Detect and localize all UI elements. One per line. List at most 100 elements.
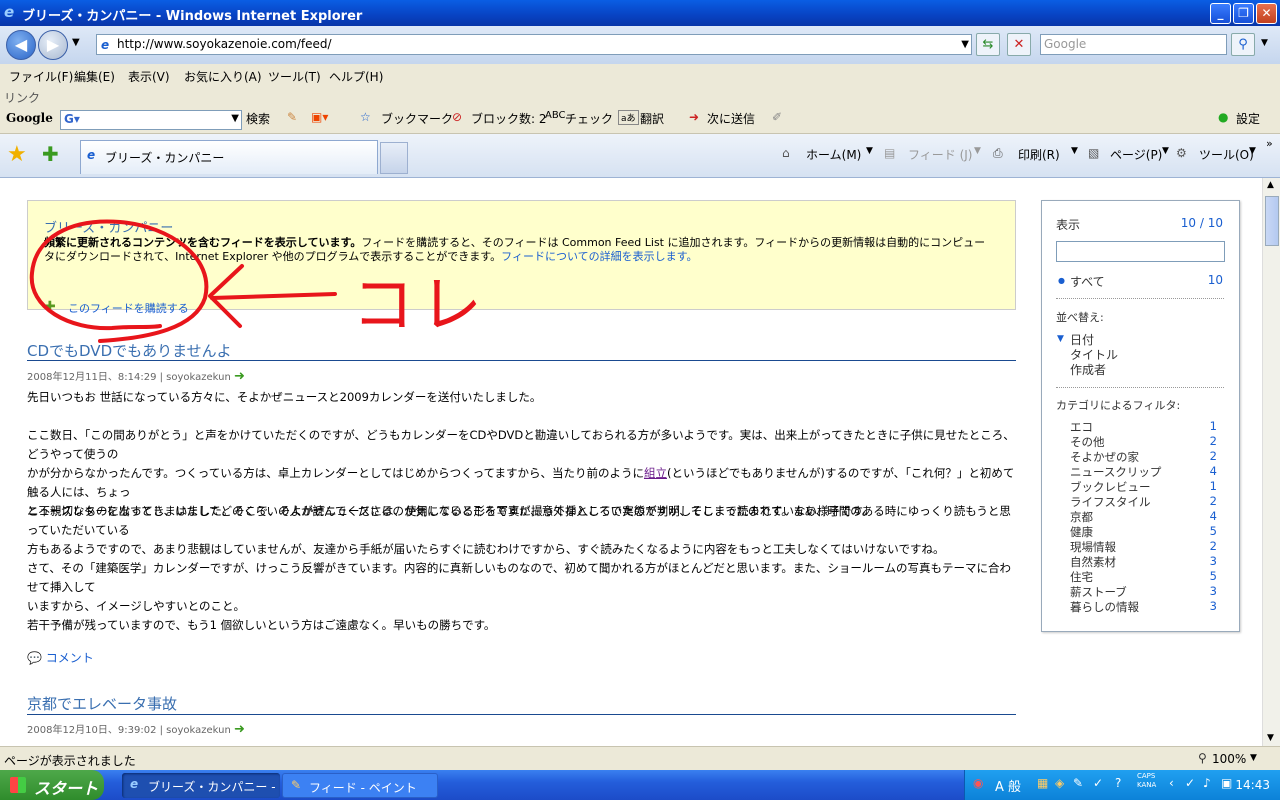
google-search-button[interactable]: 検索 bbox=[246, 110, 270, 127]
vertical-scrollbar[interactable]: ▲ ▼ bbox=[1262, 178, 1280, 746]
taskbar: スタート e ブリーズ・カンパニー - ... ✎ フィード - ペイント ◉ … bbox=[0, 770, 1280, 809]
entry-paragraph: ニュースレターを出すとき、はたしてどのくらいの人が読んでくださるのか気になるとこ… bbox=[27, 504, 1011, 556]
scroll-thumb[interactable] bbox=[1265, 196, 1279, 246]
ime-settings-icon[interactable]: ✓ bbox=[1093, 776, 1103, 790]
category-item[interactable]: ニュースクリップ bbox=[1070, 464, 1161, 480]
entry-divider bbox=[27, 714, 1016, 715]
go-arrow-icon[interactable]: ➜ bbox=[234, 369, 245, 384]
url-input[interactable]: e http://www.soyokazenoie.com/feed/ ▼ bbox=[96, 34, 972, 55]
filter-search-input[interactable] bbox=[1056, 241, 1225, 262]
task-ie[interactable]: e ブリーズ・カンパニー - ... bbox=[122, 773, 280, 809]
menu-edit[interactable]: 編集(E) bbox=[74, 68, 115, 85]
check-button[interactable]: チェック bbox=[565, 110, 613, 127]
entry-meta: 2008年12月10日、9:39:02 | soyokazekun ➜ bbox=[27, 722, 245, 737]
filter-all[interactable]: すべて bbox=[1070, 273, 1105, 290]
go-arrow-icon[interactable]: ➜ bbox=[234, 722, 245, 737]
highlight-icon[interactable]: ✎ bbox=[287, 110, 297, 124]
settings-button[interactable]: 設定 bbox=[1236, 110, 1260, 127]
feed-button[interactable]: フィード (J) bbox=[908, 146, 972, 163]
category-item[interactable]: 健康 bbox=[1070, 524, 1093, 540]
tray-app-icon[interactable]: ◉ bbox=[973, 776, 983, 790]
system-tray: ◉ A 般 ▦ ◈ ✎ ✓ ? CAPS KANA ‹ ✓ ♪ ▣ 14:43 bbox=[964, 770, 1280, 800]
page-tab-icon: e bbox=[87, 148, 96, 162]
more-commands-icon[interactable]: » bbox=[1266, 137, 1273, 150]
category-item[interactable]: そよかぜの家 bbox=[1070, 449, 1139, 465]
scroll-down-icon[interactable]: ▼ bbox=[1267, 733, 1274, 743]
category-item[interactable]: 薪ストーブ bbox=[1070, 584, 1127, 600]
comment-link[interactable]: 💬 コメント bbox=[27, 649, 94, 666]
assembly-link[interactable]: 組立 bbox=[644, 466, 667, 480]
category-item[interactable]: エコ bbox=[1070, 419, 1093, 435]
translate-button[interactable]: 翻訳 bbox=[640, 110, 664, 127]
bookmark-star-icon[interactable]: ☆ bbox=[360, 110, 371, 124]
menu-view[interactable]: 表示(V) bbox=[128, 68, 170, 85]
menu-favorites[interactable]: お気に入り(A) bbox=[184, 68, 262, 85]
pen-icon[interactable]: ✐ bbox=[772, 110, 782, 124]
home-button[interactable]: ホーム(M) bbox=[806, 146, 861, 163]
category-item[interactable]: ライフスタイル bbox=[1070, 494, 1151, 510]
ime-dictionary-icon[interactable]: ▦ bbox=[1037, 776, 1048, 790]
search-input[interactable]: Google bbox=[1040, 34, 1227, 55]
zoom-level[interactable]: 100% bbox=[1212, 752, 1246, 766]
category-item[interactable]: 自然素材 bbox=[1070, 554, 1116, 570]
sort-desc-icon: ▼ bbox=[1057, 334, 1064, 344]
bookmark-button[interactable]: ブックマーク bbox=[381, 110, 453, 127]
tools-button[interactable]: ツール(O) bbox=[1199, 146, 1254, 163]
start-button[interactable]: スタート bbox=[0, 770, 104, 800]
popup-icon[interactable]: ▣▾ bbox=[311, 110, 328, 124]
task-paint[interactable]: ✎ フィード - ペイント bbox=[282, 773, 438, 798]
menu-file[interactable]: ファイル(F) bbox=[9, 68, 73, 85]
ime-help-icon[interactable]: ? bbox=[1115, 776, 1121, 790]
category-filter-label: カテゴリによるフィルタ: bbox=[1056, 399, 1181, 412]
send-icon: ➜ bbox=[689, 110, 700, 124]
category-count: 1 bbox=[1209, 419, 1217, 433]
volume-icon[interactable]: ♪ bbox=[1203, 776, 1211, 790]
stop-button[interactable]: ✕ bbox=[1007, 33, 1031, 56]
feed-info-link[interactable]: フィードについての詳細を表示します。 bbox=[501, 250, 697, 263]
scroll-up-icon[interactable]: ▲ bbox=[1267, 180, 1274, 190]
back-button[interactable]: ◀ bbox=[6, 30, 36, 60]
add-favorite-icon[interactable]: ✚ bbox=[42, 142, 59, 166]
block-count[interactable]: ブロック数: 2 bbox=[471, 110, 547, 127]
entry-title[interactable]: CDでもDVDでもありませんよ bbox=[27, 340, 232, 361]
annotation-circle bbox=[29, 219, 209, 343]
entry-title[interactable]: 京都でエレベータ事故 bbox=[27, 693, 177, 714]
ime-pen-icon[interactable]: ✎ bbox=[1073, 776, 1083, 790]
display-count: 10 / 10 bbox=[1180, 216, 1223, 230]
category-item[interactable]: 暮らしの情報 bbox=[1070, 599, 1139, 615]
forward-button[interactable]: ▶ bbox=[38, 30, 68, 60]
ime-indicator[interactable]: A 般 bbox=[995, 776, 1021, 795]
minimize-button[interactable]: _ bbox=[1210, 3, 1231, 24]
menu-tools[interactable]: ツール(T) bbox=[268, 68, 321, 85]
zoom-icon: ⚲ bbox=[1198, 751, 1207, 765]
tab-breeze-company[interactable]: e ブリーズ・カンパニー bbox=[80, 140, 378, 174]
ime-box-icon[interactable]: ◈ bbox=[1055, 776, 1064, 790]
security-icon[interactable]: ▣ bbox=[1221, 776, 1232, 790]
refresh-button[interactable]: ⇆ bbox=[976, 33, 1000, 56]
page-button[interactable]: ページ(P) bbox=[1110, 146, 1162, 163]
print-button[interactable]: 印刷(R) bbox=[1018, 146, 1060, 163]
send-to-button[interactable]: 次に送信 bbox=[707, 110, 755, 127]
url-dropdown-icon[interactable]: ▼ bbox=[961, 35, 969, 54]
google-search-input[interactable]: G▾ ▼ bbox=[60, 110, 242, 130]
search-options-icon[interactable]: ▼ bbox=[1261, 38, 1268, 48]
history-dropdown-icon[interactable]: ▼ bbox=[72, 37, 80, 48]
category-item[interactable]: 京都 bbox=[1070, 509, 1093, 525]
network-icon[interactable]: ✓ bbox=[1185, 776, 1195, 790]
category-item[interactable]: 住宅 bbox=[1070, 569, 1093, 585]
address-bar: ◀ ▶ ▼ e http://www.soyokazenoie.com/feed… bbox=[0, 26, 1280, 64]
menu-bar: ファイル(F) 編集(E) 表示(V) お気に入り(A) ツール(T) ヘルプ(… bbox=[0, 64, 1280, 86]
sort-author[interactable]: 作成者 bbox=[1070, 361, 1106, 378]
maximize-button[interactable]: ❐ bbox=[1233, 3, 1254, 24]
close-button[interactable]: ✕ bbox=[1256, 3, 1277, 24]
links-bar[interactable]: リンク bbox=[0, 86, 1280, 106]
menu-help[interactable]: ヘルプ(H) bbox=[329, 68, 383, 85]
search-icon[interactable]: ⚲ bbox=[1231, 33, 1255, 56]
category-item[interactable]: ブックレビュー bbox=[1070, 479, 1151, 495]
new-tab-button[interactable] bbox=[380, 142, 408, 174]
favorites-star-icon[interactable]: ★ bbox=[7, 142, 27, 167]
spellcheck-icon: ABC bbox=[545, 110, 566, 121]
tray-expand-icon[interactable]: ‹ bbox=[1169, 776, 1174, 790]
category-item[interactable]: 現場情報 bbox=[1070, 539, 1116, 555]
category-item[interactable]: その他 bbox=[1070, 434, 1105, 450]
